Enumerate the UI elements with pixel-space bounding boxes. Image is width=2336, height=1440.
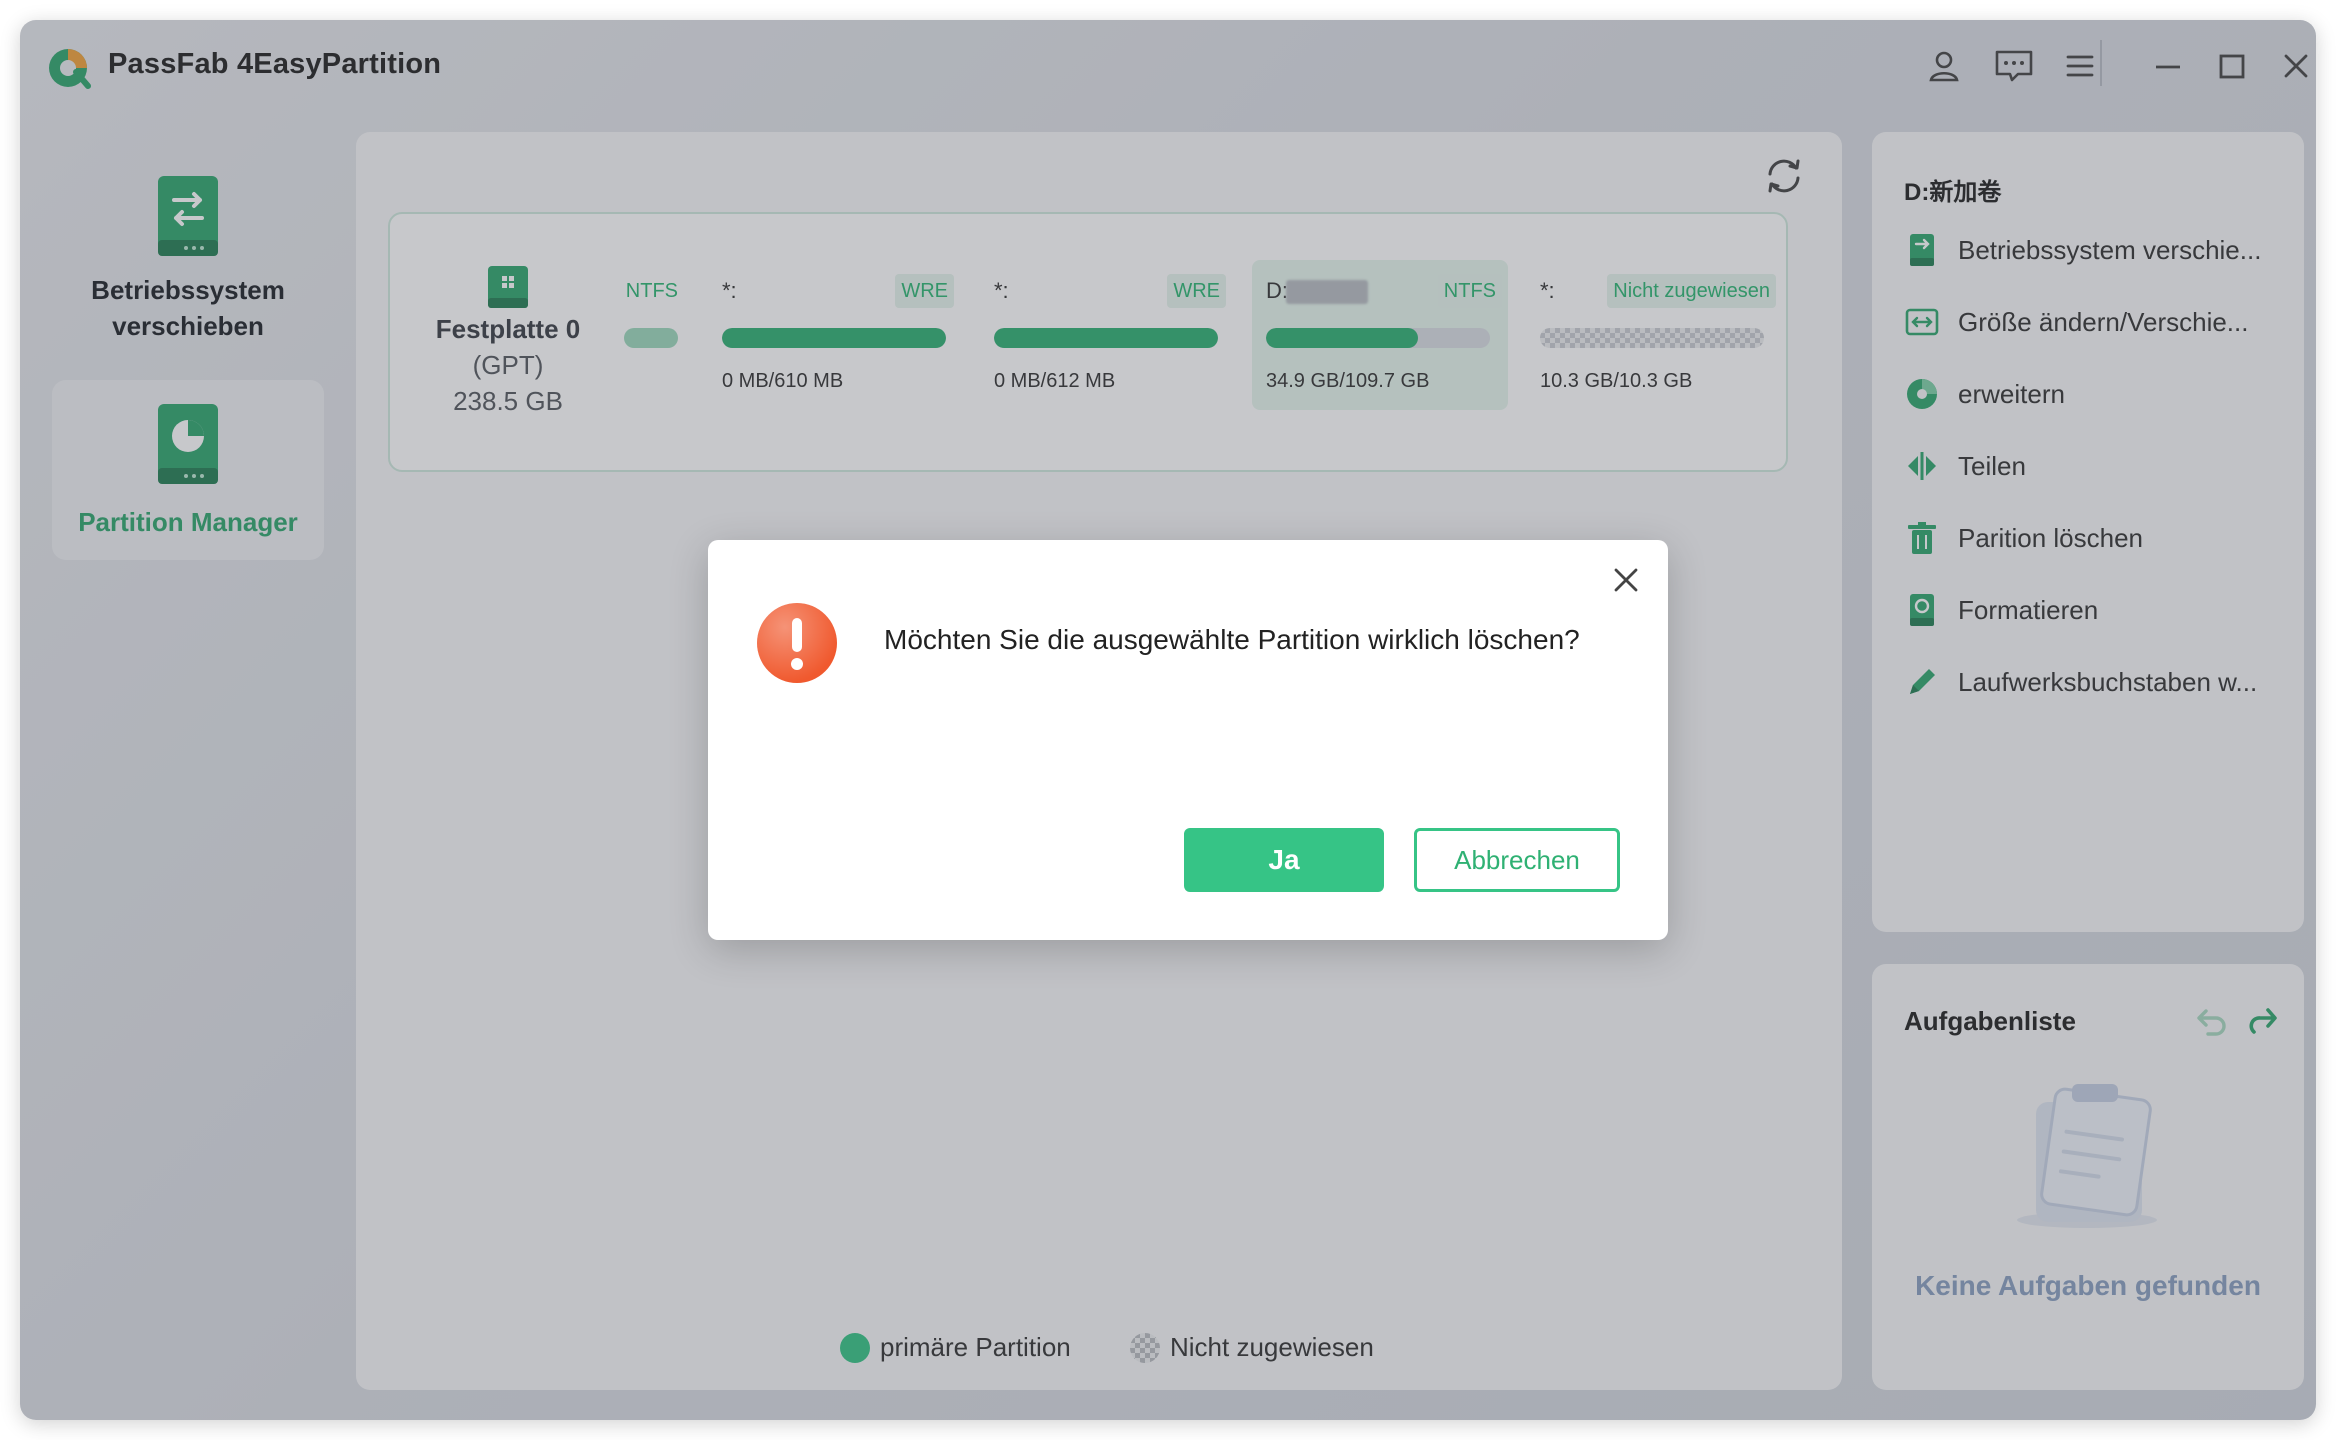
partition-name: *: <box>1540 278 1555 303</box>
close-window-button[interactable] <box>2272 42 2316 90</box>
partition-name: *: <box>994 278 1009 303</box>
minimize-icon <box>2156 65 2180 69</box>
partition-name: D: <box>1266 278 1288 303</box>
disk-name: Festplatte 0 <box>435 314 581 344</box>
partition-fs: NTFS <box>1437 274 1502 308</box>
partition-2[interactable]: *: WRE 0 MB/612 MB <box>980 260 1232 410</box>
disk-card: Festplatte 0 (GPT) 238.5 GB NTFS *: WRE … <box>388 212 1788 472</box>
legend-primary: primäre Partition <box>840 1332 1071 1363</box>
titlebar-separator <box>2100 40 2102 86</box>
dialog-close-icon[interactable] <box>1608 562 1644 598</box>
confirm-yes-button[interactable]: Ja <box>1184 828 1384 892</box>
disk-type: (GPT) <box>472 350 544 380</box>
legend-primary-label: primäre Partition <box>880 1332 1071 1362</box>
feedback-button[interactable] <box>1990 42 2038 90</box>
op-label: Größe ändern/Verschie... <box>1958 306 2249 337</box>
disk-info: Festplatte 0 (GPT) 238.5 GB <box>390 214 626 470</box>
app-window: PassFab 4EasyPartition Betriebssystem ve… <box>20 20 2316 1420</box>
warning-icon <box>757 603 837 683</box>
user-icon <box>1929 51 1959 82</box>
partition-usage-bar <box>624 328 678 348</box>
legend-unallocated: Nicht zugewiesen <box>1130 1332 1374 1363</box>
op-change-drive-letter[interactable]: Laufwerksbuchstaben w... <box>1904 658 2294 706</box>
title-bar: PassFab 4EasyPartition <box>20 20 2316 130</box>
migrate-os-drive-icon <box>158 176 218 256</box>
partition-usage-bar <box>1540 328 1764 348</box>
op-label: Formatieren <box>1958 594 2099 625</box>
menu-button[interactable] <box>2056 42 2104 90</box>
op-resize-move[interactable]: Größe ändern/Verschie... <box>1904 298 2294 346</box>
legend-unallocated-label: Nicht zugewiesen <box>1170 1332 1374 1362</box>
resize-move-icon <box>1905 308 1939 336</box>
nav-partition-manager-label: Partition Manager <box>78 507 298 537</box>
partition-usage: 34.9 GB/109.7 GB <box>1266 370 1430 392</box>
op-label: Betriebssystem verschie... <box>1958 234 2262 265</box>
dialog-message: Möchten Sie die ausgewählte Partition wi… <box>884 624 1580 655</box>
partition-manager-drive-icon <box>158 404 218 484</box>
extend-icon <box>1907 379 1937 409</box>
menu-icon <box>2066 55 2094 77</box>
op-delete[interactable]: Parition löschen <box>1904 514 2294 562</box>
op-split[interactable]: Teilen <box>1904 442 2294 490</box>
migrate-os-icon <box>1910 234 1934 266</box>
feedback-icon <box>1995 50 2033 82</box>
app-logo-icon <box>49 49 91 89</box>
partition-usage: 0 MB/612 MB <box>994 370 1116 392</box>
op-format[interactable]: Formatieren <box>1904 586 2294 634</box>
redo-icon[interactable] <box>2244 1002 2284 1042</box>
op-label: Parition löschen <box>1958 522 2143 553</box>
op-label: Teilen <box>1958 450 2026 481</box>
partition-usage-bar <box>722 328 946 348</box>
maximize-icon <box>2219 54 2245 79</box>
unallocated-swatch <box>1130 1332 1160 1363</box>
task-list-panel: Aufgabenliste Keine Aufgaben gefunden <box>1872 964 2304 1390</box>
split-icon <box>1908 452 1936 480</box>
minimize-button[interactable] <box>2144 42 2192 90</box>
op-label: Laufwerksbuchstaben w... <box>1958 666 2258 697</box>
no-tasks-message: Keine Aufgaben gefunden <box>1915 1270 2261 1301</box>
task-list-title: Aufgabenliste <box>1904 1006 2076 1036</box>
op-migrate-os[interactable]: Betriebssystem verschie... <box>1904 226 2294 274</box>
edit-drive-letter-icon <box>1910 669 1935 694</box>
partition-fs: Nicht zugewiesen <box>1607 274 1776 308</box>
partition-name: *: <box>722 278 737 303</box>
user-button[interactable] <box>1920 42 1968 90</box>
partition-fs: NTFS <box>625 280 678 302</box>
disk-size: 238.5 GB <box>453 386 563 416</box>
refresh-icon[interactable] <box>1762 154 1806 198</box>
operations-panel: D:新加卷 Betriebssystem verschie... Größe ä… <box>1872 132 2304 932</box>
partition-fs: WRE <box>1167 274 1226 308</box>
undo-icon[interactable] <box>2190 1002 2230 1042</box>
empty-clipboard-icon <box>2017 1084 2157 1228</box>
primary-swatch <box>840 1332 870 1363</box>
op-label: erweitern <box>1958 378 2065 409</box>
disk-icon <box>488 266 528 308</box>
cancel-button[interactable]: Abbrechen <box>1414 828 1620 892</box>
partition-usage-bar <box>1266 328 1490 348</box>
app-title: PassFab 4EasyPartition <box>108 48 442 80</box>
close-icon <box>2284 54 2308 78</box>
delete-icon <box>1908 522 1936 554</box>
op-extend[interactable]: erweitern <box>1904 370 2294 418</box>
redacted-label <box>1286 280 1368 304</box>
nav-migrate-os-label: Betriebssystem verschieben <box>91 275 285 341</box>
nav-migrate-os[interactable]: Betriebssystem verschieben <box>52 150 324 370</box>
partition-usage-bar <box>994 328 1218 348</box>
partition-0[interactable]: NTFS <box>620 260 684 410</box>
partition-4-unallocated[interactable]: *: Nicht zugewiesen 10.3 GB/10.3 GB <box>1526 260 1782 410</box>
partition-3-selected[interactable]: D: NTFS 34.9 GB/109.7 GB <box>1252 260 1508 410</box>
partition-usage: 0 MB/610 MB <box>722 370 844 392</box>
partition-fs: WRE <box>895 274 954 308</box>
nav-partition-manager[interactable]: Partition Manager <box>52 380 324 560</box>
delete-confirm-dialog: Möchten Sie die ausgewählte Partition wi… <box>708 540 1668 940</box>
partition-1[interactable]: *: WRE 0 MB/610 MB <box>708 260 960 410</box>
maximize-button[interactable] <box>2208 42 2256 90</box>
selected-partition-title: D:新加卷 <box>1904 179 2002 206</box>
format-icon <box>1910 594 1934 626</box>
partition-usage: 10.3 GB/10.3 GB <box>1540 370 1693 392</box>
